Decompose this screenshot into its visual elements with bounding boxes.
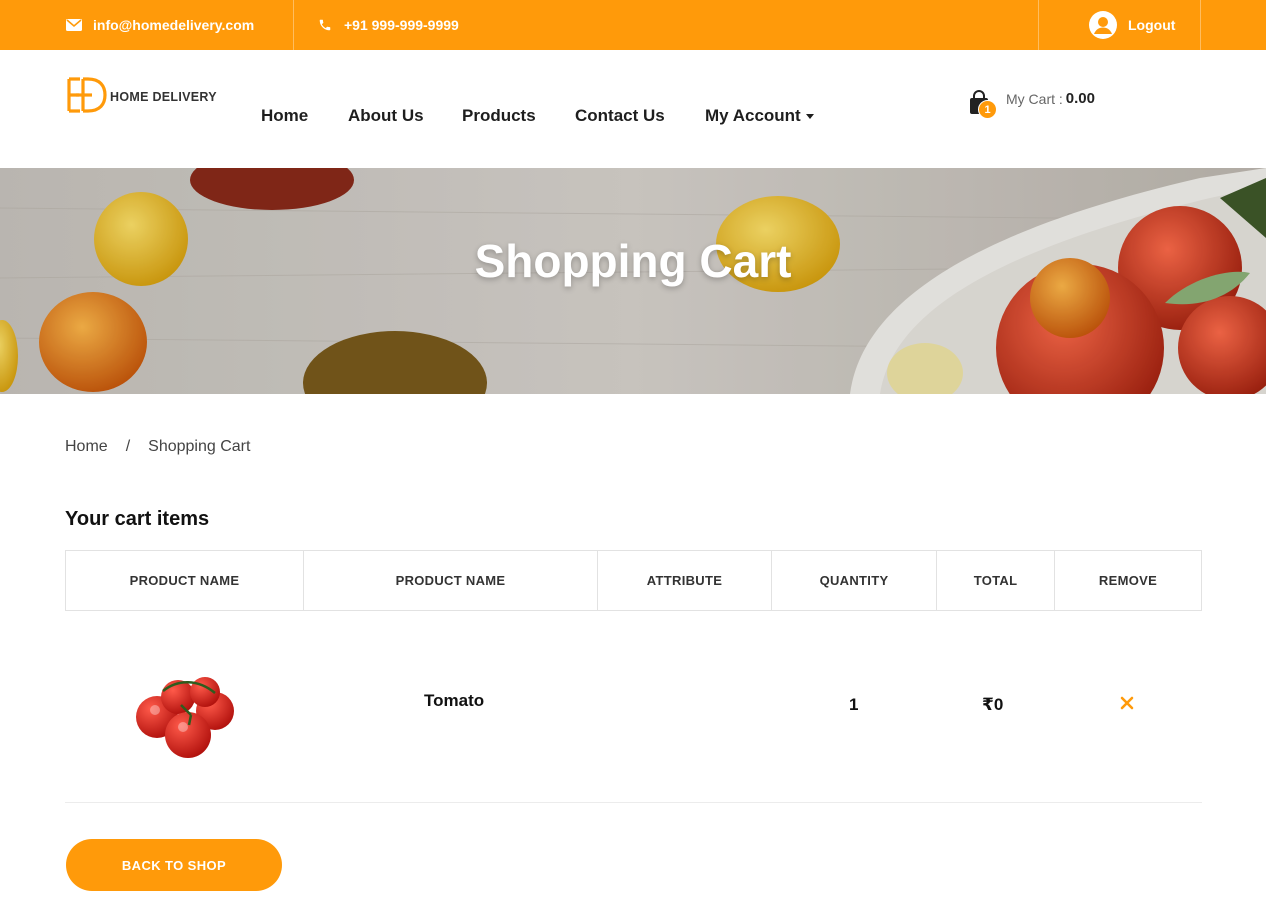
column-header: PRODUCT NAME [66,551,304,610]
column-header: QUANTITY [772,551,937,610]
cart-table: PRODUCT NAME PRODUCT NAME ATTRIBUTE QUAN… [65,550,1202,803]
phone-contact[interactable]: +91 999-999-9999 [316,0,459,50]
product-image[interactable] [133,677,237,764]
breadcrumb: Home / Shopping Cart [65,438,250,456]
envelope-icon [65,16,83,34]
top-bar: info@homedelivery.com +91 999-999-9999 L… [0,0,1266,50]
site-logo[interactable]: HOME DELIVERY [66,76,217,118]
logo-mark-icon [66,75,108,120]
remove-button[interactable] [1120,695,1134,715]
phone-text: +91 999-999-9999 [344,17,459,33]
nav-about-us[interactable]: About Us [348,106,424,126]
topbar-divider [1038,0,1039,50]
breadcrumb-current: Shopping Cart [148,438,251,455]
cart-section-title: Your cart items [65,508,210,530]
column-header: REMOVE [1098,573,1158,588]
product-name[interactable]: Tomato [424,691,484,711]
logo-text: HOME DELIVERY [110,90,217,104]
email-contact[interactable]: info@homedelivery.com [65,0,254,50]
site-header: HOME DELIVERY Home About Us Products Con… [0,50,1266,168]
tomato-image [136,677,234,758]
product-total: ₹0 [982,695,1004,714]
cart-label: My Cart : [1006,90,1063,107]
topbar-divider [1200,0,1201,50]
column-header: ATTRIBUTE [598,551,772,610]
cart-table-header: PRODUCT NAME PRODUCT NAME ATTRIBUTE QUAN… [65,550,1202,611]
nav-my-account[interactable]: My Account [705,106,814,126]
logout-link[interactable]: Logout [1088,0,1175,50]
table-row: Tomato 1 ₹0 [65,611,1202,803]
logout-label: Logout [1128,17,1176,33]
caret-down-icon [805,114,814,120]
close-icon [1120,696,1134,710]
topbar-divider [293,0,294,50]
cart-count-badge: 1 [978,100,997,119]
product-quantity[interactable]: 1 [849,695,858,715]
nav-my-account-label: My Account [705,106,801,125]
phone-icon [316,16,334,34]
nav-contact-us[interactable]: Contact Us [575,106,665,126]
back-to-shop-button[interactable]: BACK TO SHOP [66,839,282,891]
cart-total: 0.00 [1065,90,1095,107]
page-title: Shopping Cart [474,235,792,287]
email-text: info@homedelivery.com [93,17,255,33]
column-header: TOTAL [937,551,1055,610]
breadcrumb-home[interactable]: Home [65,438,108,456]
column-header: PRODUCT NAME [304,551,598,610]
mini-cart[interactable]: 1 My Cart : 0.00 [968,90,1095,119]
user-icon [1088,10,1118,40]
breadcrumb-separator: / [125,438,131,455]
page-banner: Shopping Cart [0,168,1266,394]
nav-home[interactable]: Home [261,106,308,126]
nav-products[interactable]: Products [462,106,536,126]
